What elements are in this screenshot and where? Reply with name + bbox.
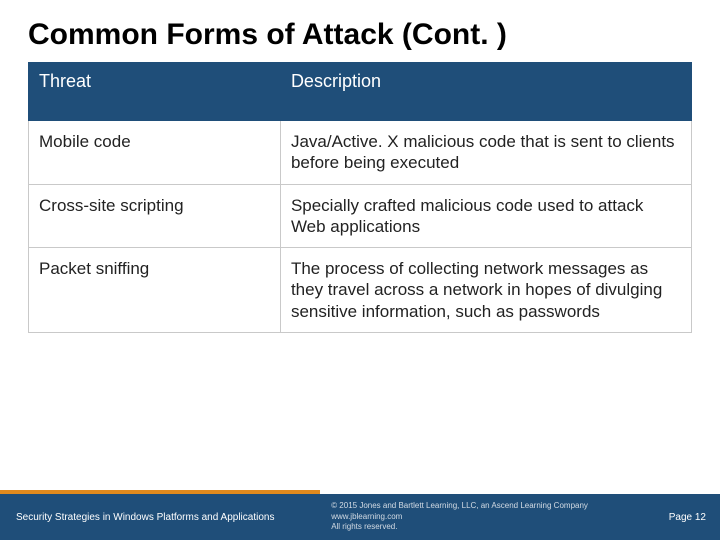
cell-description: The process of collecting network messag… <box>280 248 691 333</box>
page-title: Common Forms of Attack (Cont. ) <box>0 0 720 62</box>
cell-description: Java/Active. X malicious code that is se… <box>280 121 691 185</box>
footer-bar: Security Strategies in Windows Platforms… <box>0 494 720 540</box>
table-row: Packet sniffing The process of collectin… <box>29 248 692 333</box>
table-row: Mobile code Java/Active. X malicious cod… <box>29 121 692 185</box>
col-header-description: Description <box>280 63 691 121</box>
table-header-row: Threat Description <box>29 63 692 121</box>
col-header-threat: Threat <box>29 63 281 121</box>
attack-table: Threat Description Mobile code Java/Acti… <box>28 62 692 333</box>
table-row: Cross-site scripting Specially crafted m… <box>29 184 692 248</box>
cell-threat: Packet sniffing <box>29 248 281 333</box>
copyright-line: © 2015 Jones and Bartlett Learning, LLC,… <box>331 501 650 511</box>
footer-copyright: © 2015 Jones and Bartlett Learning, LLC,… <box>331 501 650 532</box>
footer-course-title: Security Strategies in Windows Platforms… <box>0 512 331 523</box>
copyright-line: www.jblearning.com <box>331 512 650 522</box>
cell-threat: Mobile code <box>29 121 281 185</box>
table-container: Threat Description Mobile code Java/Acti… <box>0 62 720 494</box>
page-number: Page 12 <box>650 512 720 523</box>
accent-bar <box>0 490 320 494</box>
copyright-line: All rights reserved. <box>331 522 650 532</box>
slide: Common Forms of Attack (Cont. ) Threat D… <box>0 0 720 540</box>
cell-threat: Cross-site scripting <box>29 184 281 248</box>
cell-description: Specially crafted malicious code used to… <box>280 184 691 248</box>
